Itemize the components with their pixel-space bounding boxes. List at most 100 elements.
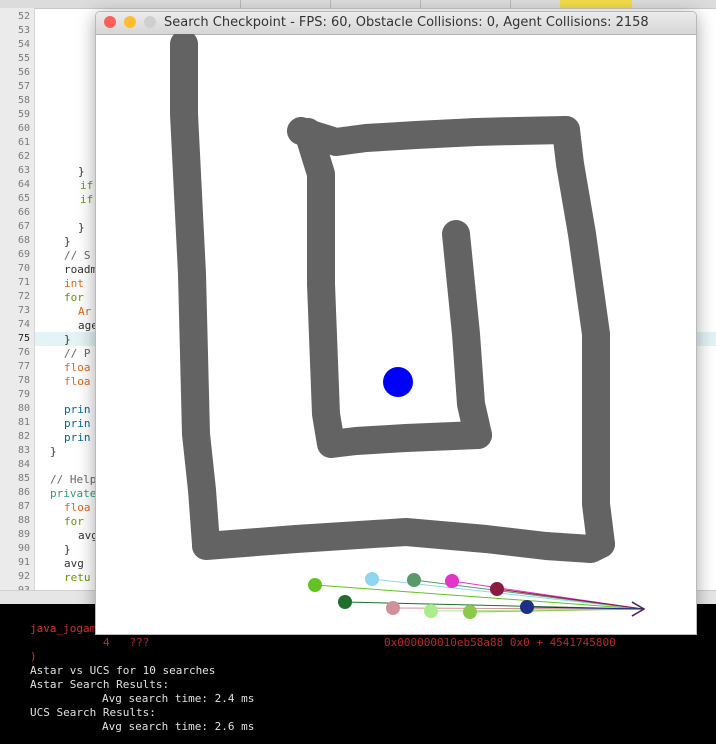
line-number: 85 <box>17 473 30 484</box>
line-number: 84 <box>17 459 30 470</box>
window-titlebar[interactable]: Search Checkpoint - FPS: 60, Obstacle Co… <box>96 12 696 35</box>
line-number: 81 <box>17 417 30 428</box>
line-number: 77 <box>17 361 30 372</box>
window-title: Search Checkpoint - FPS: 60, Obstacle Co… <box>164 15 649 30</box>
line-number: 70 <box>17 263 30 274</box>
code-line: } <box>50 445 57 458</box>
editor-tab[interactable] <box>240 0 331 8</box>
obstacle-wall <box>552 116 615 558</box>
line-number: 53 <box>17 25 30 36</box>
code-line: int <box>64 277 84 290</box>
simulation-canvas[interactable] <box>96 34 696 634</box>
line-number: 78 <box>17 375 30 386</box>
line-number: 65 <box>17 193 30 204</box>
agent <box>424 604 438 618</box>
line-number: 89 <box>17 529 30 540</box>
line-number: 80 <box>17 403 30 414</box>
line-number: 62 <box>17 151 30 162</box>
obstacle-wall <box>170 34 220 558</box>
code-line: floa <box>64 501 91 514</box>
code-line: floa <box>64 361 91 374</box>
code-line: floa <box>64 375 91 388</box>
console-line: Astar Search Results: <box>30 678 170 691</box>
line-number: 73 <box>17 305 30 316</box>
line-number: 67 <box>17 221 30 232</box>
line-number: 91 <box>17 557 30 568</box>
line-number: 64 <box>17 179 30 190</box>
code-line: private <box>50 487 97 500</box>
agent <box>338 595 352 609</box>
agent <box>308 578 322 592</box>
code-line: } <box>64 543 71 556</box>
code-line: prin <box>64 431 91 444</box>
line-number: 72 <box>17 291 30 302</box>
console-line: Avg search time: 2.4 ms <box>102 692 255 705</box>
line-number: 75 <box>17 333 30 344</box>
line-number: 74 <box>17 319 30 330</box>
line-number: 71 <box>17 277 30 288</box>
editor-tab[interactable] <box>420 0 511 8</box>
console-line: ) <box>30 650 37 663</box>
line-number: 56 <box>17 67 30 78</box>
agent-target-lines <box>314 578 644 613</box>
line-number: 92 <box>17 571 30 582</box>
obstacle-wall <box>287 116 580 156</box>
close-button[interactable] <box>104 16 116 28</box>
zoom-button[interactable] <box>144 16 156 28</box>
console-line: Avg search time: 2.6 ms <box>102 720 255 733</box>
line-number: 88 <box>17 515 30 526</box>
line-number: 59 <box>17 109 30 120</box>
agent <box>463 605 477 619</box>
line-number: 83 <box>17 445 30 456</box>
code-line: } <box>78 221 85 234</box>
line-number: 68 <box>17 235 30 246</box>
obstacle-wall <box>442 220 492 449</box>
editor-tab[interactable] <box>330 0 421 8</box>
agent <box>490 582 504 596</box>
console-line: 4 ??? <box>103 636 150 649</box>
console-line: Astar vs UCS for 10 searches <box>30 664 216 677</box>
code-line: // S <box>64 249 91 262</box>
goal-marker <box>383 367 413 397</box>
sketch-window[interactable]: Search Checkpoint - FPS: 60, Obstacle Co… <box>95 11 697 635</box>
editor-tab-active[interactable] <box>560 0 632 8</box>
line-number: 54 <box>17 39 30 50</box>
code-line: // P <box>64 347 91 360</box>
code-line: roadm <box>64 263 98 276</box>
code-line: // Help <box>50 473 97 486</box>
line-number: 86 <box>17 487 30 498</box>
code-line: } <box>78 165 85 178</box>
console-line: UCS Search Results: <box>30 706 156 719</box>
agent <box>520 600 534 614</box>
code-line: if <box>80 179 94 192</box>
line-number: 87 <box>17 501 30 512</box>
agent <box>365 572 379 586</box>
code-line: for <box>64 291 84 304</box>
agent <box>386 601 400 615</box>
agent <box>407 573 421 587</box>
line-number: 79 <box>17 389 30 400</box>
console-line: 0x000000010eb58a88 0x0 + 4541745800 <box>384 636 616 649</box>
obstacle-wall <box>192 518 615 563</box>
editor-tab-bar <box>0 0 716 9</box>
line-number: 69 <box>17 249 30 260</box>
code-line: avg <box>64 557 84 570</box>
line-number: 76 <box>17 347 30 358</box>
line-number: 57 <box>17 81 30 92</box>
line-number: 63 <box>17 165 30 176</box>
code-line: prin <box>64 417 91 430</box>
code-line: prin <box>64 403 91 416</box>
line-number: 60 <box>17 123 30 134</box>
line-number: 58 <box>17 95 30 106</box>
agent <box>445 574 459 588</box>
line-number: 61 <box>17 137 30 148</box>
line-number: 55 <box>17 53 30 64</box>
line-number-gutter: 52 53 54 55 56 57 58 59 60 61 62 63 64 65 66 67 68 69 70 71… <box>0 8 35 600</box>
code-line: retu <box>64 571 91 584</box>
line-number: 90 <box>17 543 30 554</box>
line-number: 82 <box>17 431 30 442</box>
minimize-button[interactable] <box>124 16 136 28</box>
line-number: 52 <box>17 11 30 22</box>
editor-tab[interactable] <box>150 0 241 8</box>
obstacle-walls <box>170 34 615 563</box>
